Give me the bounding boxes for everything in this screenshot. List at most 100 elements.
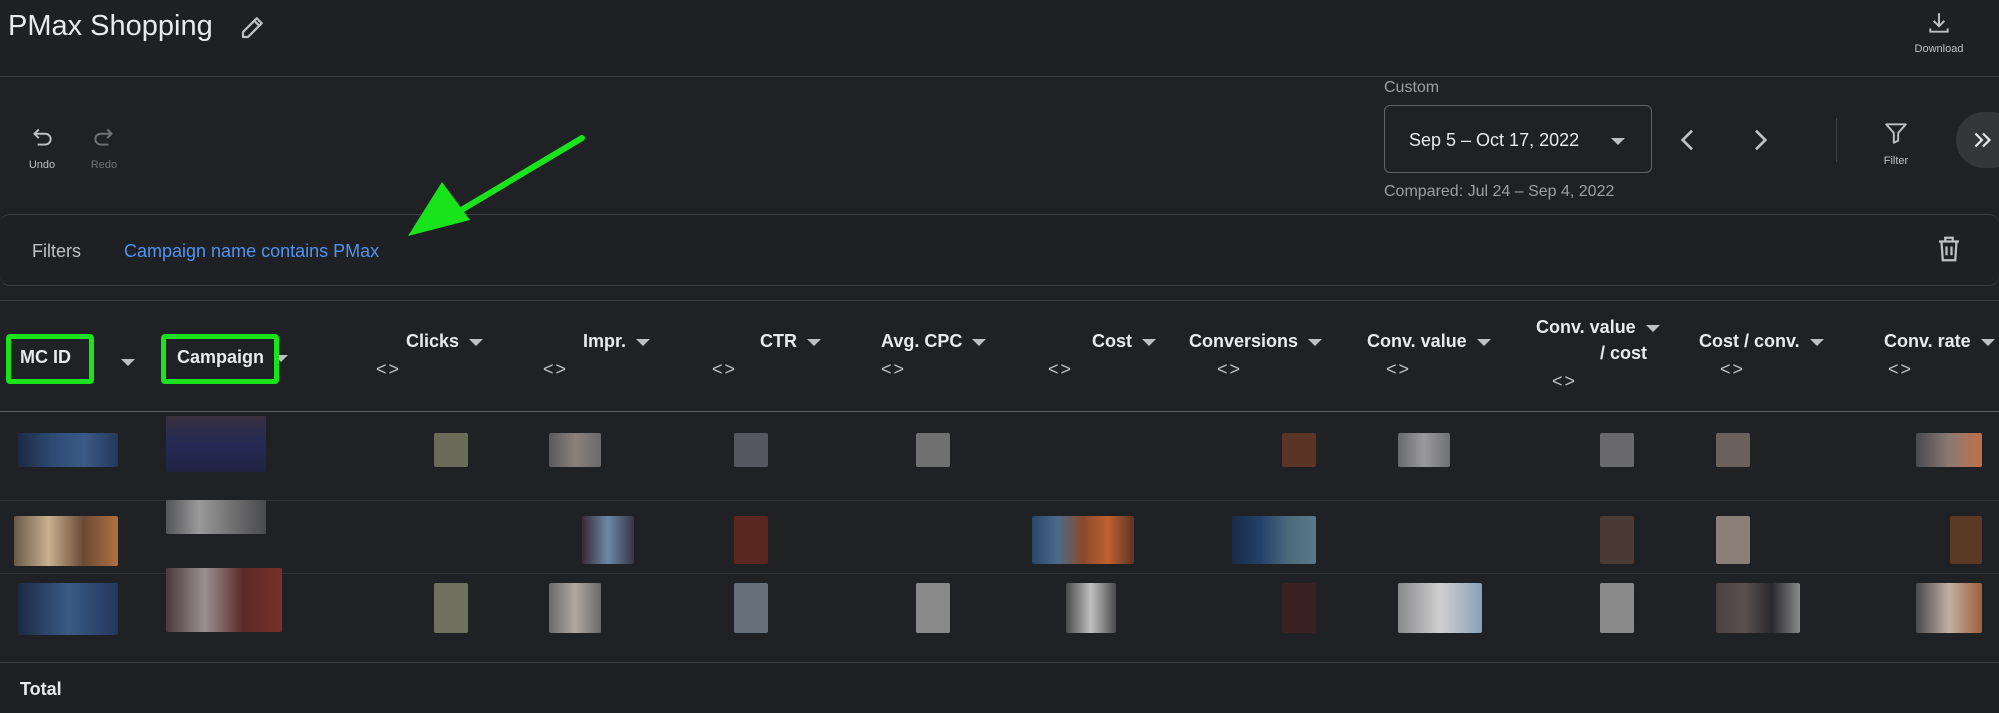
compare-icon[interactable]: <> <box>712 359 737 380</box>
sort-caret-icon <box>1980 338 1995 346</box>
redacted-cell <box>1600 583 1634 633</box>
redacted-cell <box>18 583 118 635</box>
redacted-cell <box>1066 583 1116 633</box>
redacted-cell <box>916 583 950 633</box>
sort-caret-icon <box>1645 324 1660 332</box>
redacted-cell <box>549 583 601 633</box>
redacted-cell <box>582 516 634 564</box>
redacted-cell <box>1282 433 1316 467</box>
sort-caret-icon <box>469 338 484 346</box>
date-range-label: Custom <box>1384 79 1440 96</box>
redacted-cell <box>1716 516 1750 564</box>
compare-icon[interactable]: <> <box>1048 359 1073 380</box>
row-divider <box>0 573 1999 574</box>
compare-icon[interactable]: <> <box>543 359 568 380</box>
redacted-cell <box>14 516 118 566</box>
compare-icon[interactable]: <> <box>1217 359 1242 380</box>
redo-label: Redo <box>90 159 118 171</box>
redacted-cell <box>434 433 468 467</box>
date-range-value: Sep 5 – Oct 17, 2022 <box>1409 130 1580 150</box>
redacted-cell <box>18 433 118 467</box>
annotation-highlight-box <box>161 334 279 384</box>
undo-icon <box>33 128 52 146</box>
table-header: MC ID Campaign Clicks <> Impr. <> CTR <>… <box>0 300 1999 412</box>
sort-caret-icon <box>807 338 821 346</box>
toolbar-divider <box>1836 118 1837 162</box>
redacted-cell <box>1716 583 1800 633</box>
redacted-cell <box>1600 516 1634 564</box>
undo-button[interactable]: Undo <box>12 124 72 171</box>
redacted-cell <box>166 500 266 534</box>
compare-icon[interactable]: <> <box>1552 371 1577 392</box>
sort-caret-icon <box>1809 338 1824 346</box>
sort-caret-icon <box>972 338 987 346</box>
edit-icon[interactable] <box>238 12 268 42</box>
active-filter-link[interactable]: Campaign name contains PMax <box>124 241 379 262</box>
redacted-cell <box>434 583 468 633</box>
compare-icon[interactable]: <> <box>1386 359 1411 380</box>
column-header-conversions[interactable]: Conversions <box>1189 331 1323 352</box>
redacted-cell <box>734 583 768 633</box>
compare-icon[interactable]: <> <box>376 359 401 380</box>
total-label: Total <box>20 679 62 699</box>
redacted-cell <box>1600 433 1634 467</box>
table-row[interactable] <box>0 500 1999 578</box>
column-header-impressions[interactable]: Impr. <box>583 331 651 352</box>
column-header-conv-value-cost-line2: / cost <box>1600 343 1648 363</box>
redacted-cell <box>1950 516 1982 564</box>
redo-icon <box>94 128 113 146</box>
row-divider <box>0 500 1999 501</box>
filter-button[interactable]: Filter <box>1866 120 1926 167</box>
redacted-cell <box>166 416 266 472</box>
sort-caret-icon <box>636 338 651 346</box>
double-chevron-right-icon <box>1974 132 1992 148</box>
sort-caret-icon <box>1476 338 1491 346</box>
filter-label: Filter <box>1883 155 1909 167</box>
column-header-cost-per-conv[interactable]: Cost / conv. <box>1699 331 1824 352</box>
chevron-right-icon[interactable] <box>1744 124 1776 156</box>
trash-icon[interactable] <box>1934 234 1964 264</box>
report-title: PMax Shopping <box>8 10 213 42</box>
redacted-cell <box>1916 433 1982 467</box>
dropdown-caret-icon <box>1611 138 1625 145</box>
column-header-clicks[interactable]: Clicks <box>406 331 484 352</box>
table-row[interactable] <box>0 416 1999 482</box>
redo-button[interactable]: Redo <box>74 124 134 171</box>
redacted-cell <box>1398 433 1450 467</box>
redacted-cell <box>1398 583 1482 633</box>
column-header-conv-value-cost[interactable]: Conv. value <box>1536 317 1660 338</box>
download-label: Download <box>1914 43 1964 55</box>
filters-label: Filters <box>32 241 81 261</box>
redacted-cell <box>916 433 950 467</box>
redacted-cell <box>166 568 282 632</box>
compare-icon[interactable]: <> <box>1888 359 1913 380</box>
redacted-cell <box>734 433 768 467</box>
chevron-left-icon[interactable] <box>1672 124 1704 156</box>
column-header-conv-value[interactable]: Conv. value <box>1367 331 1491 352</box>
redacted-cell <box>1232 516 1316 564</box>
redacted-cell <box>734 516 768 564</box>
sort-caret-icon[interactable] <box>121 351 135 372</box>
column-header-cost[interactable]: Cost <box>1092 331 1156 352</box>
column-header-ctr[interactable]: CTR <box>760 331 821 352</box>
sort-caret-icon <box>1142 338 1156 346</box>
redacted-cell <box>1916 583 1982 633</box>
annotation-highlight-box <box>6 334 94 384</box>
funnel-icon <box>1885 123 1907 144</box>
compared-range: Compared: Jul 24 – Sep 4, 2022 <box>1384 183 1615 200</box>
date-range-select[interactable]: Sep 5 – Oct 17, 2022 <box>1384 105 1652 173</box>
redacted-cell <box>1716 433 1750 467</box>
compare-icon[interactable]: <> <box>881 359 906 380</box>
table-row[interactable] <box>0 568 1999 646</box>
column-header-conv-rate[interactable]: Conv. rate <box>1884 331 1995 352</box>
sort-caret-icon <box>1308 338 1323 346</box>
column-header-avg-cpc[interactable]: Avg. CPC <box>881 331 987 352</box>
annotation-arrow-icon <box>408 135 585 236</box>
redacted-cell <box>1282 583 1316 633</box>
redacted-cell <box>1032 516 1134 564</box>
undo-label: Undo <box>28 159 56 171</box>
total-row <box>0 662 1999 713</box>
redacted-cell <box>549 433 601 467</box>
compare-icon[interactable]: <> <box>1720 359 1745 380</box>
download-button[interactable]: Download <box>1904 10 1974 66</box>
